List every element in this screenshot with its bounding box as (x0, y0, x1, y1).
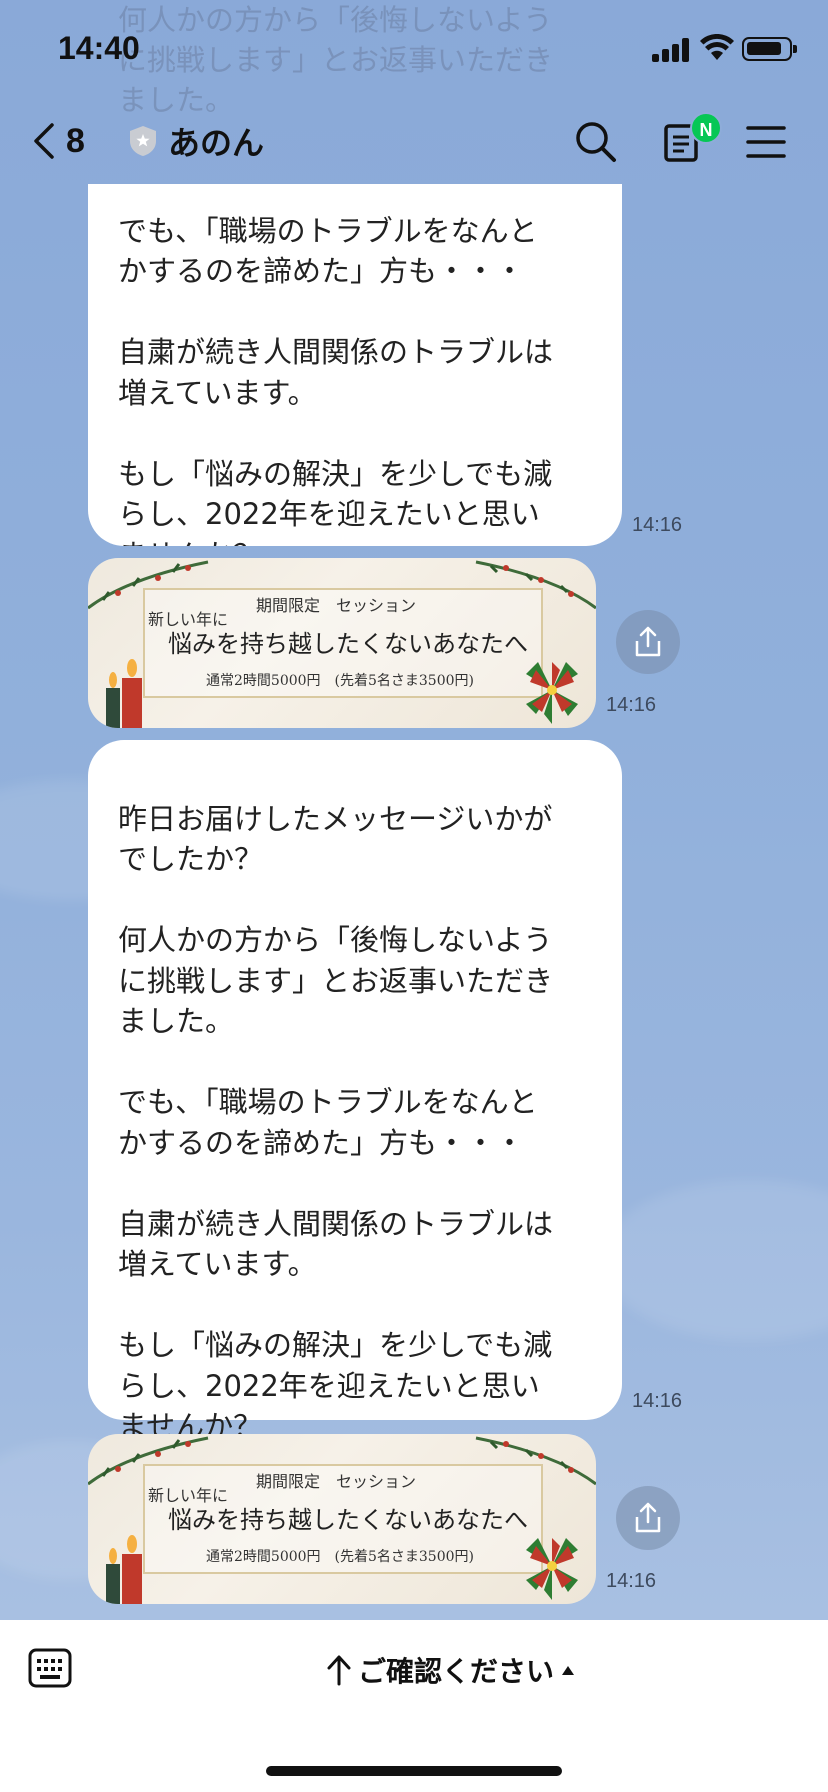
message-time: 14:16 (606, 1570, 657, 1592)
message-time: 14:16 (632, 1390, 683, 1412)
unread-count: 8 (66, 121, 85, 160)
message-text: 昨日お届けしたメッセージいかが でしたか？ 何人かの方から「後悔しないよう に挑… (118, 801, 554, 1444)
message-time: 14:16 (606, 694, 657, 716)
poinsettia-icon (526, 662, 578, 724)
account-title[interactable]: あのん (128, 116, 264, 166)
share-button[interactable] (616, 610, 680, 674)
status-time: 14:40 (58, 30, 140, 66)
rich-menu-label: ご確認ください (358, 1655, 555, 1688)
menu-icon[interactable] (742, 118, 790, 166)
message-text: でも、「職場のトラブルをなんと かするのを諦めた」方も・・・ 自粛が続き人間関係… (118, 213, 554, 547)
wifi-icon (700, 34, 734, 60)
status-bar: 14:40 (0, 0, 828, 100)
bottom-bar: ご確認ください (0, 1620, 828, 1792)
share-button[interactable] (616, 1486, 680, 1550)
arrow-up-icon (327, 1655, 351, 1686)
home-indicator (266, 1766, 562, 1776)
notes-badge: N (690, 112, 722, 144)
search-icon[interactable] (572, 118, 620, 166)
poinsettia-icon (526, 1538, 578, 1600)
card-title: 悩みを持ち越したくないあなたへ (168, 1506, 528, 1534)
message-bubble[interactable]: でも、「職場のトラブルをなんと かするのを諦めた」方も・・・ 自粛が続き人間関係… (88, 184, 622, 546)
keyboard-icon[interactable] (28, 1648, 72, 1688)
chevron-left-icon (34, 123, 54, 159)
share-icon (635, 626, 661, 657)
card-title: 悩みを持ち越したくないあなたへ (168, 630, 528, 658)
message-bubble[interactable]: 昨日お届けしたメッセージいかが でしたか？ 何人かの方から「後悔しないよう に挑… (88, 740, 622, 1443)
battery-icon (742, 37, 797, 61)
chat-header: 8 あのん N (0, 100, 828, 184)
share-icon (635, 1502, 661, 1533)
candles-icon (106, 659, 142, 728)
candles-icon (106, 1535, 142, 1604)
promo-image-card[interactable]: 期間限定 セッション 新しい年に 悩みを持ち越したくないあなたへ 通常2時間50… (88, 1434, 596, 1604)
message-time: 14:16 (632, 514, 683, 536)
cellular-signal-icon (652, 38, 692, 62)
card-label: 期間限定 セッション (256, 1472, 417, 1491)
card-price: 通常2時間5000円 (先着5名さま3500円) (206, 1549, 474, 1565)
card-price: 通常2時間5000円 (先着5名さま3500円) (206, 673, 474, 689)
rich-menu-toggle[interactable]: ご確認ください (326, 1650, 576, 1690)
back-button[interactable]: 8 (30, 116, 85, 166)
promo-image-card[interactable]: 期間限定 セッション 新しい年に 悩みを持ち越したくないあなたへ 通常2時間50… (88, 558, 596, 728)
caret-up-icon (562, 1666, 575, 1675)
shield-icon (130, 126, 156, 156)
card-label: 期間限定 セッション (256, 596, 417, 615)
account-name: あのん (168, 124, 265, 162)
